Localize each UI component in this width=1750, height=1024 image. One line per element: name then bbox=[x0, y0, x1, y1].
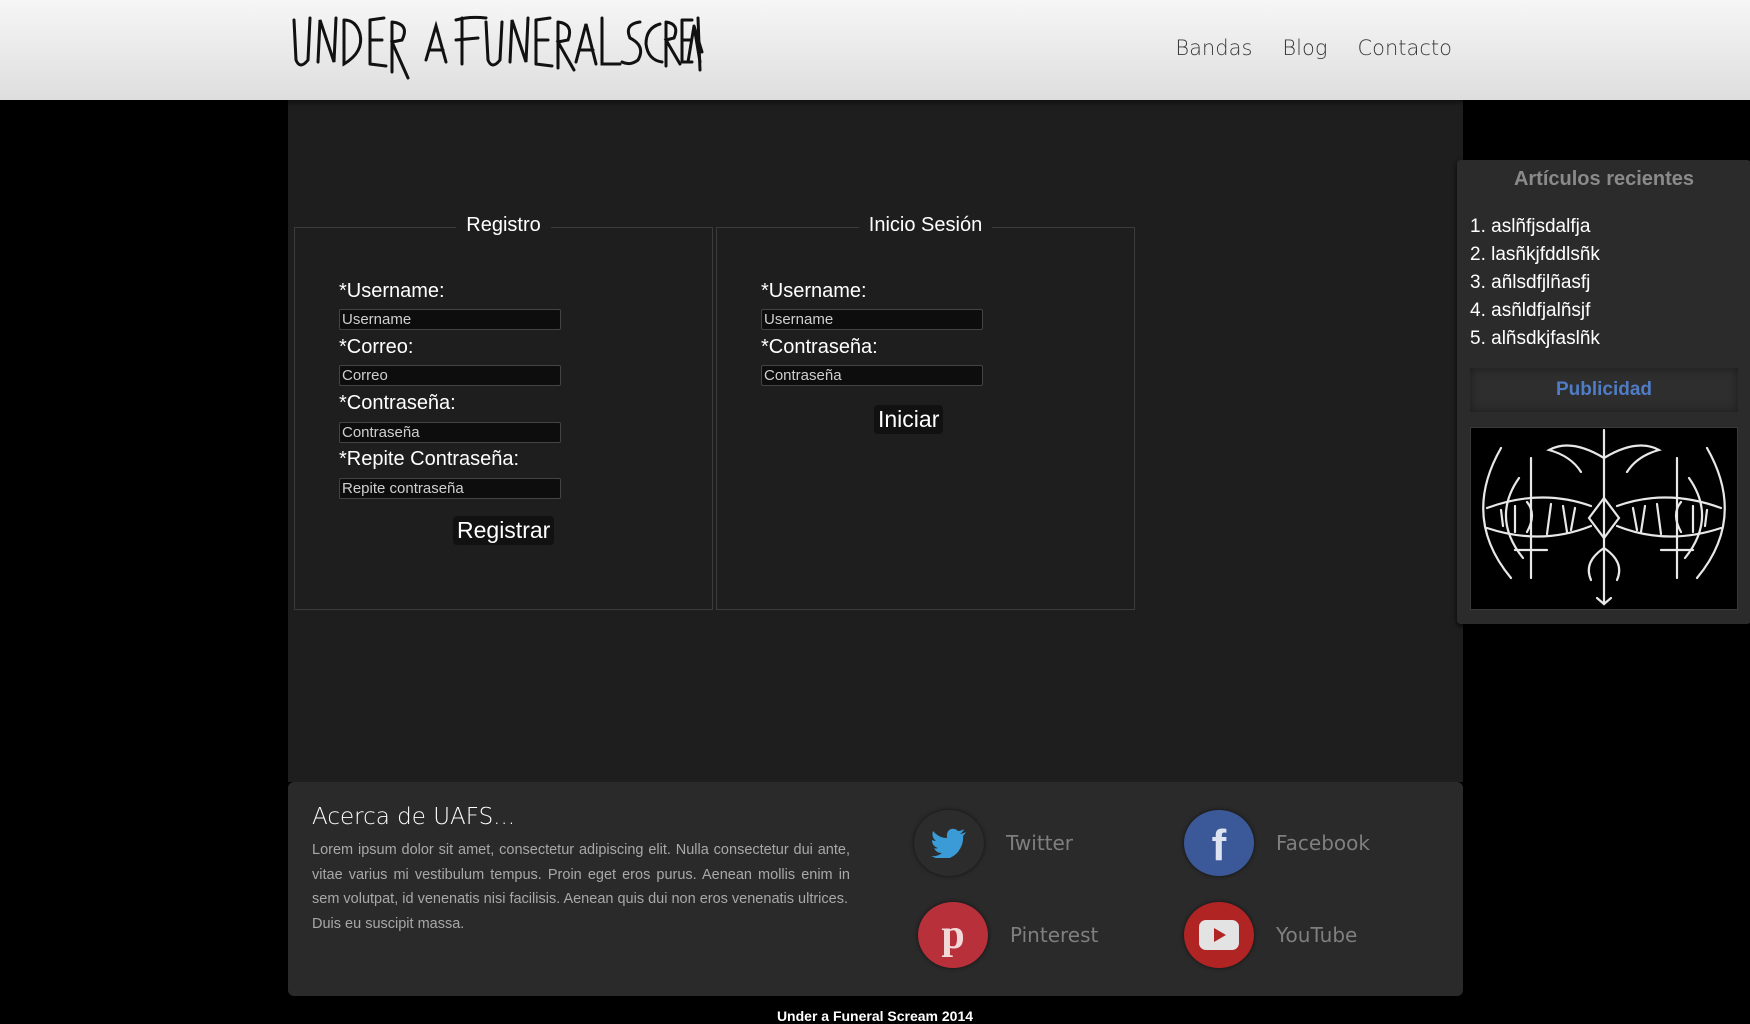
login-username-input[interactable] bbox=[761, 309, 983, 330]
register-legend: Registro bbox=[456, 214, 551, 236]
sidebar-title: Artículos recientes bbox=[1513, 168, 1695, 190]
register-repeat-password-input[interactable] bbox=[339, 478, 561, 499]
about-title: Acerca de UAFS... bbox=[312, 804, 516, 830]
site-logo[interactable] bbox=[290, 12, 705, 80]
ad-banner[interactable] bbox=[1470, 427, 1738, 610]
facebook-icon: f bbox=[1184, 810, 1254, 876]
recent-article-item[interactable]: 3. añlsdfjlñasfj bbox=[1470, 269, 1600, 297]
login-username-label: *Username: bbox=[761, 280, 867, 302]
ad-title: Publicidad bbox=[1470, 368, 1738, 412]
nav-contacto[interactable]: Contacto bbox=[1357, 36, 1452, 60]
social-label: Facebook bbox=[1276, 831, 1370, 855]
recent-article-item[interactable]: 1. aslñfjsdalfja bbox=[1470, 213, 1600, 241]
social-label: Pinterest bbox=[1010, 923, 1099, 947]
band-logo-icon bbox=[1482, 428, 1726, 606]
register-correo-label: *Correo: bbox=[339, 336, 414, 358]
about-paragraph: Duis eu suscipit massa. bbox=[312, 915, 465, 932]
register-password-label: *Contraseña: bbox=[339, 392, 456, 414]
login-legend: Inicio Sesión bbox=[858, 214, 993, 236]
recent-article-item[interactable]: 2. lasñkjfddlsñk bbox=[1470, 241, 1600, 269]
register-form: Registro *Username: *Correo: *Contraseña… bbox=[294, 214, 713, 610]
about-paragraph: Lorem ipsum dolor sit amet, consectetur … bbox=[312, 842, 850, 907]
social-pinterest-link[interactable]: p Pinterest bbox=[918, 902, 1098, 968]
login-button[interactable]: Iniciar bbox=[874, 405, 944, 434]
register-username-label: *Username: bbox=[339, 280, 445, 302]
youtube-icon bbox=[1184, 902, 1254, 968]
login-password-label: *Contraseña: bbox=[761, 336, 878, 358]
recent-article-item[interactable]: 5. alñsdkjfaslñk bbox=[1470, 325, 1600, 353]
social-label: YouTube bbox=[1276, 923, 1358, 947]
social-youtube-link[interactable]: YouTube bbox=[1184, 902, 1357, 968]
twitter-icon bbox=[914, 810, 984, 876]
site-footer: Acerca de UAFS... Lorem ipsum dolor sit … bbox=[288, 782, 1463, 996]
pinterest-icon: p bbox=[918, 902, 988, 968]
login-password-input[interactable] bbox=[761, 365, 983, 386]
copyright-text: Under a Funeral Scream 2014 bbox=[776, 1008, 974, 1024]
recent-article-item[interactable]: 4. asñldfjalñsjf bbox=[1470, 297, 1600, 325]
nav-bandas[interactable]: Bandas bbox=[1175, 36, 1252, 60]
social-facebook-link[interactable]: f Facebook bbox=[1184, 810, 1370, 876]
social-twitter-link[interactable]: Twitter bbox=[914, 810, 1073, 876]
register-button[interactable]: Registrar bbox=[453, 516, 555, 545]
nav-blog[interactable]: Blog bbox=[1282, 36, 1327, 60]
main-nav: Bandas Blog Contacto bbox=[1175, 36, 1452, 60]
social-label: Twitter bbox=[1006, 831, 1074, 855]
register-password-input[interactable] bbox=[339, 422, 561, 443]
login-form: Inicio Sesión *Username: *Contraseña: In… bbox=[716, 214, 1135, 610]
main-content: Registro *Username: *Correo: *Contraseña… bbox=[288, 100, 1750, 782]
about-text: Lorem ipsum dolor sit amet, consectetur … bbox=[312, 838, 850, 936]
site-header: Bandas Blog Contacto bbox=[0, 0, 1750, 100]
recent-articles-list: 1. aslñfjsdalfja 2. lasñkjfddlsñk 3. añl… bbox=[1470, 213, 1600, 353]
register-username-input[interactable] bbox=[339, 309, 561, 330]
register-correo-input[interactable] bbox=[339, 365, 561, 386]
sidebar: Artículos recientes 1. aslñfjsdalfja 2. … bbox=[1457, 160, 1750, 624]
register-repeat-password-label: *Repite Contraseña: bbox=[339, 448, 520, 470]
